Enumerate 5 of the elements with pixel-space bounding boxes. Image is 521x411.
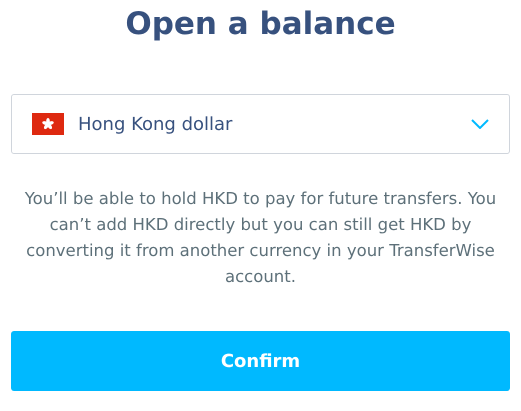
currency-select[interactable]: Hong Kong dollar: [11, 94, 510, 154]
chevron-down-icon: [471, 119, 489, 129]
flag-icon: [32, 113, 64, 135]
page-title: Open a balance: [125, 5, 396, 44]
description-text: You’ll be able to hold HKD to pay for future transfers. You can’t add HKD directly but you can still get HKD by converting it from another currency in your TransferWise account.: [24, 188, 498, 288]
